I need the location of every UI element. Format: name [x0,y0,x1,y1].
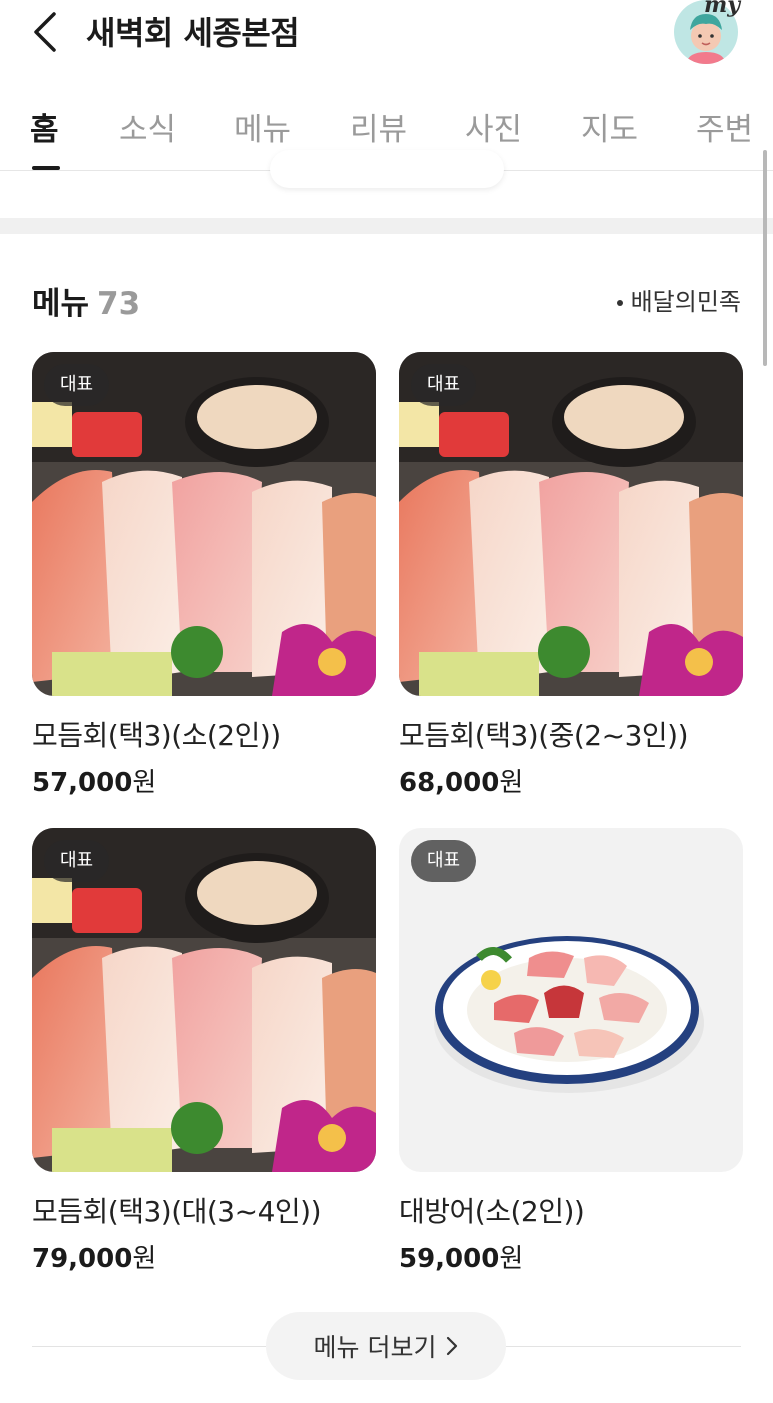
menu-item-price: 79,000원 [32,1238,376,1275]
tab-photos[interactable]: 사진 [465,104,522,149]
menu-item-price: 59,000원 [399,1238,743,1275]
price-value: 59,000 [399,1244,500,1274]
menu-item-card[interactable]: 대표 모듬회(택3)(중(2~3인)) 68,000원 [399,352,743,799]
bullet-icon [616,300,623,306]
tab-reviews[interactable]: 리뷰 [350,104,407,149]
store-title: 새벽회 세종본점 [86,14,300,52]
menu-item-name[interactable]: 모듬회(택3)(대(3~4인)) [32,1190,376,1230]
menu-item-name[interactable]: 모듬회(택3)(중(2~3인)) [399,714,743,754]
section-separator [0,218,773,234]
currency-unit: 원 [132,768,157,798]
menu-item-image[interactable]: 대표 [399,828,743,1172]
more-menu-label: 메뉴 더보기 [313,1333,437,1362]
tab-home[interactable]: 홈 [30,104,59,149]
scrollbar[interactable] [763,150,767,366]
menu-count: 73 [97,286,141,322]
tab-map[interactable]: 지도 [581,104,638,149]
menu-item-name[interactable]: 모듬회(택3)(소(2인)) [32,714,376,754]
tab-news[interactable]: 소식 [119,104,176,149]
active-tab-indicator [32,166,60,170]
menu-item-card[interactable]: 대표 모듬회(택3)(대(3~4인)) 79,000원 [32,828,376,1275]
currency-unit: 원 [499,768,524,798]
chevron-left-icon [34,12,56,52]
currency-unit: 원 [499,1244,524,1274]
menu-item-image[interactable]: 대표 [32,828,376,1172]
my-page-button[interactable]: my [674,0,740,64]
menu-item-name[interactable]: 대방어(소(2인)) [399,1190,743,1230]
app-header: 새벽회 세종본점 my [0,0,773,64]
menu-section-title: 메뉴 73 [32,278,140,323]
partially-hidden-button[interactable] [270,150,504,188]
price-value: 68,000 [399,768,500,798]
menu-item-card[interactable]: 대표 대방어(소(2인)) 59,000원 [399,828,743,1275]
menu-item-image[interactable]: 대표 [32,352,376,696]
menu-source: 배달의민족 [616,282,741,317]
signature-badge: 대표 [411,840,477,882]
menu-item-price: 57,000원 [32,762,376,799]
signature-badge: 대표 [44,364,110,406]
price-value: 79,000 [32,1244,133,1274]
back-button[interactable] [24,6,68,56]
price-value: 57,000 [32,768,133,798]
more-menu-button[interactable]: 메뉴 더보기 [266,1312,506,1380]
menu-item-card[interactable]: 대표 모듬회(택3)(소(2인)) 57,000원 [32,352,376,799]
signature-badge: 대표 [411,364,477,406]
menu-item-price: 68,000원 [399,762,743,799]
currency-unit: 원 [132,1244,157,1274]
chevron-right-icon [446,1333,458,1362]
signature-badge: 대표 [44,840,110,882]
menu-title-text: 메뉴 [32,286,90,322]
menu-item-image[interactable]: 대표 [399,352,743,696]
tab-menu[interactable]: 메뉴 [234,104,291,149]
source-label: 배달의민족 [630,288,741,316]
avatar-my-label: my [703,0,740,18]
tab-nearby[interactable]: 주변 [696,104,753,149]
